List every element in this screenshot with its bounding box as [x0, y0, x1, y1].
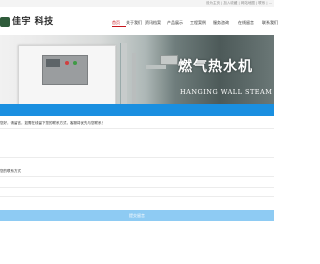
- form-notice: 您好，请留言，如需在线留下您的联系方式，客服将优先与您联系！: [0, 121, 105, 125]
- nav-item-products[interactable]: 产品展示: [167, 19, 190, 27]
- logo-text: 佳宇 科技: [12, 17, 54, 27]
- control-panel-image: [42, 55, 88, 85]
- logo-icon: [0, 17, 10, 27]
- nav-item-about[interactable]: 关于我们: [126, 19, 145, 27]
- section-divider-bar: [0, 104, 274, 116]
- submit-button[interactable]: 提交留言: [0, 210, 274, 221]
- panel-green-button: [73, 61, 77, 65]
- message-textarea[interactable]: [0, 128, 274, 158]
- pipe-image-2: [132, 53, 136, 104]
- hero-banner: 燃气热水机 HANGING WALL STEAM ENGINE: [0, 35, 274, 104]
- hero-title: 燃气热水机: [178, 59, 253, 75]
- panel-red-button: [65, 61, 69, 65]
- hero-subtitle: HANGING WALL STEAM ENGINE: [180, 88, 274, 96]
- contact-label: 您的联系方式: [0, 169, 21, 173]
- nav-item-news[interactable]: 资讯档案: [145, 19, 167, 27]
- panel-screen: [46, 59, 60, 67]
- nav-item-cases[interactable]: 工程案例: [190, 19, 213, 27]
- top-bar: 设为主页 | 加入收藏 | 网站地图 | 联系 | ...: [0, 0, 274, 7]
- nav-item-service[interactable]: 服务咨询: [213, 19, 238, 27]
- pipe-image: [120, 43, 127, 104]
- top-links[interactable]: 设为主页 | 加入收藏 | 网站地图 | 联系 | ...: [206, 1, 272, 6]
- nav-item-contact[interactable]: 联系我们: [262, 19, 279, 27]
- contact-input[interactable]: [0, 176, 274, 188]
- valve-image: [160, 55, 178, 65]
- divider: [0, 196, 274, 197]
- main-nav: 首页 关于我们 资讯档案 产品展示 工程案例 服务咨询 在线留言 联系我们: [112, 19, 279, 27]
- nav-item-home[interactable]: 首页: [112, 19, 126, 27]
- nav-item-message[interactable]: 在线留言: [238, 19, 262, 27]
- site-logo[interactable]: 佳宇 科技: [0, 16, 54, 28]
- site-header: 佳宇 科技 首页 关于我们 资讯档案 产品展示 工程案例 服务咨询 在线留言 联…: [0, 7, 278, 35]
- pipe-image-3: [146, 65, 166, 69]
